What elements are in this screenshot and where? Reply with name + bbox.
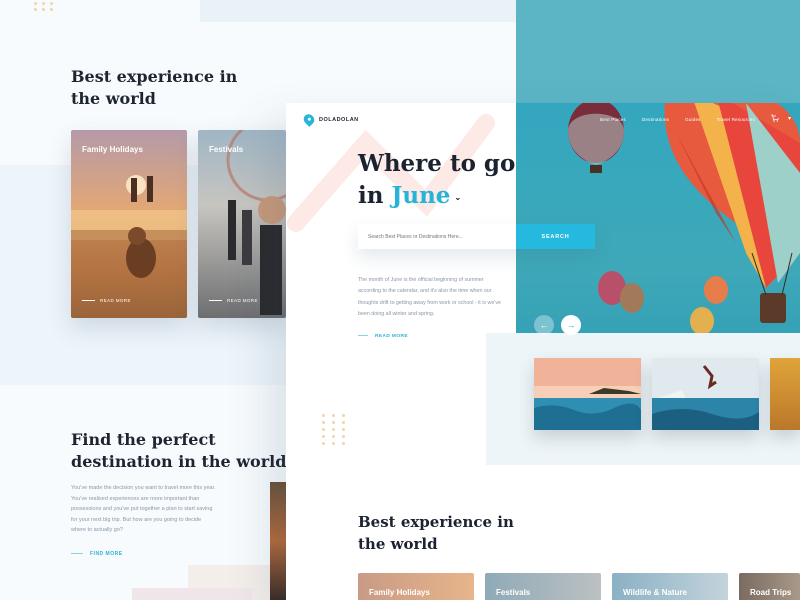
nav-item-best-places[interactable]: Best Places [600, 117, 626, 122]
headline-line2: in June ⌄ [358, 180, 515, 213]
cart-badge [776, 114, 780, 118]
hero-headline: Where to go in June ⌄ [358, 148, 515, 213]
card-title: Family Holidays [82, 145, 143, 154]
festival-photo [226, 130, 286, 315]
search-bar: SEARCH [358, 224, 595, 249]
card-family-holidays[interactable]: Family Holidays [358, 573, 474, 600]
bg-section2-text: You've made the decision you want to tra… [71, 485, 216, 533]
bg-card-family-holidays[interactable]: Family Holidays READ MORE [71, 130, 187, 318]
brand-logo[interactable]: DOLADOLAN [301, 112, 359, 127]
month-selector[interactable]: June [391, 182, 450, 209]
decor-dots [34, 2, 55, 11]
main-nav: Best Places Destinations Guides Travel R… [600, 117, 755, 122]
read-more-link[interactable]: READ MORE [209, 298, 258, 303]
card-title: Wildlife & Nature [623, 588, 687, 597]
bg-section2-heading: Find the perfect destination in the worl… [71, 430, 287, 471]
bg-card-partial [132, 588, 252, 600]
card-title: Festivals [209, 145, 244, 154]
map-pin-icon [301, 112, 317, 127]
nav-item-destinations[interactable]: Destinations [642, 117, 669, 122]
card-title: Family Holidays [369, 588, 430, 597]
beach-photo [71, 175, 187, 318]
bg-photo-partial [270, 482, 286, 600]
gallery-thumb-sea[interactable] [534, 358, 641, 430]
decor-dots [322, 414, 348, 445]
search-button[interactable]: SEARCH [516, 224, 595, 249]
card-title: Festivals [496, 588, 531, 597]
bg-card-festivals[interactable]: Festivals READ MORE [198, 130, 286, 318]
section-heading: Best experience in the world [358, 511, 528, 555]
card-wildlife-nature[interactable]: Wildlife & Nature [612, 573, 728, 600]
brand-name: DOLADOLAN [319, 116, 359, 123]
nav-item-travel-resources[interactable]: Travel Resources [717, 117, 755, 122]
hero-description: The month of June is the official beginn… [358, 277, 501, 318]
chevron-down-icon[interactable]: ⌄ [454, 192, 461, 202]
section-heading-text: Best experience in the world [358, 513, 514, 553]
headline-line1: Where to go [358, 150, 516, 177]
headline-in: in [358, 182, 384, 209]
arrow-left-icon[interactable]: ← [534, 315, 554, 335]
find-more-link[interactable]: FIND MORE [71, 551, 123, 557]
landing-page: DOLADOLAN Best Places Destinations Guide… [286, 103, 800, 600]
cliff-jump-photo [652, 358, 759, 430]
chevron-down-icon[interactable]: ▾ [788, 115, 791, 122]
card-road-trips[interactable]: Road Trips [739, 573, 800, 600]
read-more-link[interactable]: READ MORE [358, 334, 408, 339]
card-festivals[interactable]: Festivals [485, 573, 601, 600]
background-strip [200, 0, 516, 22]
sea-photo [534, 358, 641, 430]
search-input[interactable] [358, 224, 516, 249]
read-more-link[interactable]: READ MORE [82, 298, 131, 303]
gallery-thumb-partial[interactable] [770, 358, 800, 430]
nav-item-guides[interactable]: Guides [685, 117, 700, 122]
gallery-thumb-cliff-jump[interactable] [652, 358, 759, 430]
card-title: Road Trips [750, 588, 792, 597]
arrow-right-icon[interactable]: → [561, 315, 581, 335]
bg-section1-heading: Best experience in the world [71, 67, 238, 108]
